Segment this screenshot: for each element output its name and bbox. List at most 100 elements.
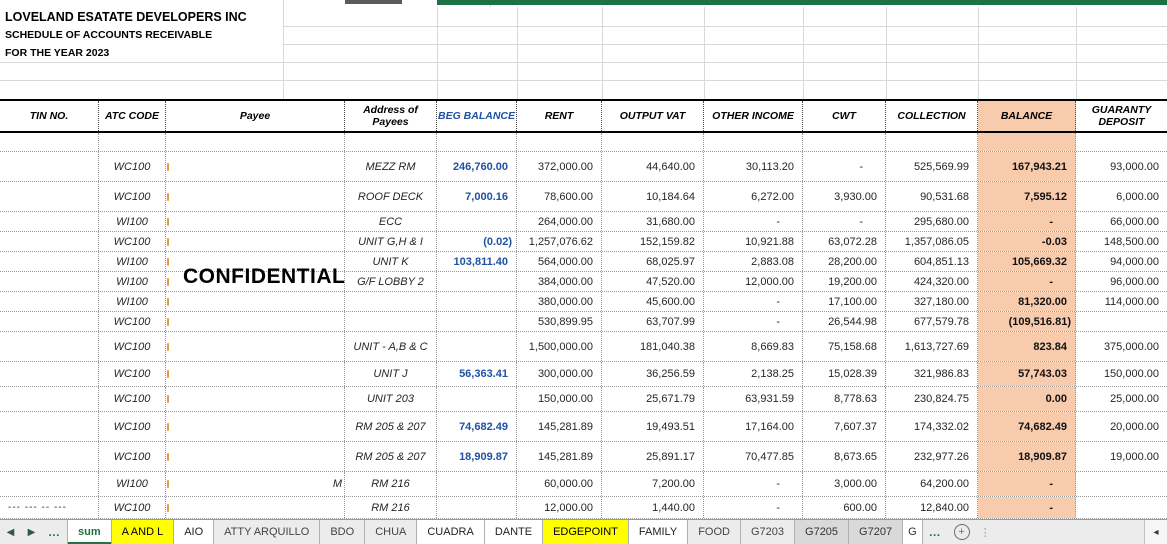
sheet-tab-bdo[interactable]: BDO [319,520,364,544]
cell-rent[interactable]: 1,257,076.62 [517,232,602,251]
cell-tin[interactable] [0,272,99,291]
cell-other[interactable]: 10,921.88 [704,232,803,251]
header-payee[interactable]: Payee [166,101,345,131]
cell-beg[interactable] [437,292,517,311]
tabs-scroll-left-icon[interactable]: ◀ [0,520,21,544]
cell-bal[interactable]: - [978,497,1076,518]
cell-addr[interactable]: G/F LOBBY 2 [345,272,437,291]
cell-beg[interactable]: 56,363.41 [437,362,517,386]
cell-addr[interactable]: UNIT G,H & I [345,232,437,251]
header-atc-code[interactable]: ATC CODE [99,101,166,131]
cell-bal[interactable]: 81,320.00 [978,292,1076,311]
cell-addr[interactable]: ROOF DECK [345,182,437,211]
cell-beg[interactable] [437,497,517,518]
cell-bal[interactable]: -0.03 [978,232,1076,251]
sheet-tab-aio[interactable]: AIO [173,520,214,544]
cell-guar[interactable]: 148,500.00 [1076,232,1167,251]
cell-rent[interactable]: 1,500,000.00 [517,332,602,361]
cell-beg[interactable]: 18,909.87 [437,442,517,471]
cell-tin[interactable] [0,412,99,441]
cell-payee[interactable] [166,212,345,231]
add-sheet-button[interactable]: + [948,520,976,544]
cell-payee[interactable] [166,312,345,331]
cell-rent[interactable]: 384,000.00 [517,272,602,291]
cell-vat[interactable]: 25,671.79 [602,387,704,411]
cell-atc[interactable]: WI100 [99,272,166,291]
cell-payee[interactable] [166,182,345,211]
cell-guar[interactable]: 20,000.00 [1076,412,1167,441]
cell-beg[interactable] [437,312,517,331]
cell-cwt[interactable]: 19,200.00 [803,272,886,291]
sheet-tab-dante[interactable]: DANTE [483,520,543,544]
cell-vat[interactable]: 44,640.00 [602,152,704,181]
sheet-tab-a-and-l[interactable]: A AND L [110,520,174,544]
cell-guar[interactable] [1076,497,1167,518]
cell-rent[interactable]: 60,000.00 [517,472,602,496]
cell-guar[interactable] [1076,312,1167,331]
sheet-tab-g7207[interactable]: G7207 [848,520,903,544]
cell-other[interactable]: 30,113.20 [704,152,803,181]
header-beg-balance[interactable]: BEG BALANCE [437,101,517,131]
cell-bal[interactable]: 7,595.12 [978,182,1076,211]
company-title-cell[interactable]: LOVELAND ESATATE DEVELOPERS INC [5,8,247,26]
cell-bal[interactable]: 0.00 [978,387,1076,411]
cell-cwt[interactable]: 63,072.28 [803,232,886,251]
cell-guar[interactable]: 25,000.00 [1076,387,1167,411]
cell-payee[interactable] [166,412,345,441]
cell-tin[interactable] [0,292,99,311]
cell-rent[interactable]: 264,000.00 [517,212,602,231]
tabs-scroll-right-icon[interactable]: ▶ [21,520,42,544]
tabs-overflow-left[interactable]: … [42,520,67,544]
header-guaranty-deposit[interactable]: GUARANTY DEPOSIT [1076,101,1167,131]
cell-vat[interactable]: 1,440.00 [602,497,704,518]
cell-rent[interactable]: 145,281.89 [517,442,602,471]
cell-other[interactable]: 2,138.25 [704,362,803,386]
cell-tin[interactable] [0,212,99,231]
cell-vat[interactable]: 19,493.51 [602,412,704,441]
cell-other[interactable]: 8,669.83 [704,332,803,361]
header-tin[interactable]: TIN NO. [0,101,99,131]
cell-vat[interactable]: 63,707.99 [602,312,704,331]
cell-cwt[interactable]: 600.00 [803,497,886,518]
cell-coll[interactable]: 295,680.00 [886,212,978,231]
cell-guar[interactable]: 375,000.00 [1076,332,1167,361]
cell-bal[interactable]: 105,669.32 [978,252,1076,271]
cell-atc[interactable]: WC100 [99,152,166,181]
cell-coll[interactable]: 677,579.78 [886,312,978,331]
cell-atc[interactable]: WC100 [99,412,166,441]
cell-other[interactable]: - [704,212,803,231]
cell-rent[interactable]: 12,000.00 [517,497,602,518]
cell-addr[interactable]: UNIT - A,B & C [345,332,437,361]
header-balance[interactable]: BALANCE [978,101,1076,131]
cell-payee[interactable] [166,362,345,386]
cell-coll[interactable]: 525,569.99 [886,152,978,181]
cell-vat[interactable]: 10,184.64 [602,182,704,211]
cell-coll[interactable]: 174,332.02 [886,412,978,441]
cell-vat[interactable]: 181,040.38 [602,332,704,361]
cell-tin[interactable] [0,232,99,251]
cell-vat[interactable]: 25,891.17 [602,442,704,471]
cell-other[interactable]: - [704,312,803,331]
cell-atc[interactable]: WC100 [99,442,166,471]
cell-guar[interactable] [1076,472,1167,496]
sheet-tab-chua[interactable]: CHUA [364,520,416,544]
cell-atc[interactable]: WC100 [99,332,166,361]
cell-beg[interactable]: 74,682.49 [437,412,517,441]
cell-bal[interactable]: - [978,272,1076,291]
cell-other[interactable]: - [704,472,803,496]
cell-atc[interactable]: WC100 [99,387,166,411]
cell-payee[interactable] [166,442,345,471]
cell-payee[interactable] [166,152,345,181]
cell-other[interactable]: 2,883.08 [704,252,803,271]
cell-atc[interactable]: WC100 [99,182,166,211]
cell-vat[interactable]: 7,200.00 [602,472,704,496]
cell-addr[interactable]: MEZZ RM [345,152,437,181]
cell-addr[interactable]: RM 216 [345,472,437,496]
cell-tin[interactable] [0,442,99,471]
cell-coll[interactable]: 232,977.26 [886,442,978,471]
cell-addr[interactable]: RM 205 & 207 [345,412,437,441]
cell-beg[interactable]: 103,811.40 [437,252,517,271]
cell-addr[interactable] [345,312,437,331]
cell-payee[interactable] [166,332,345,361]
cell-atc[interactable]: WC100 [99,362,166,386]
